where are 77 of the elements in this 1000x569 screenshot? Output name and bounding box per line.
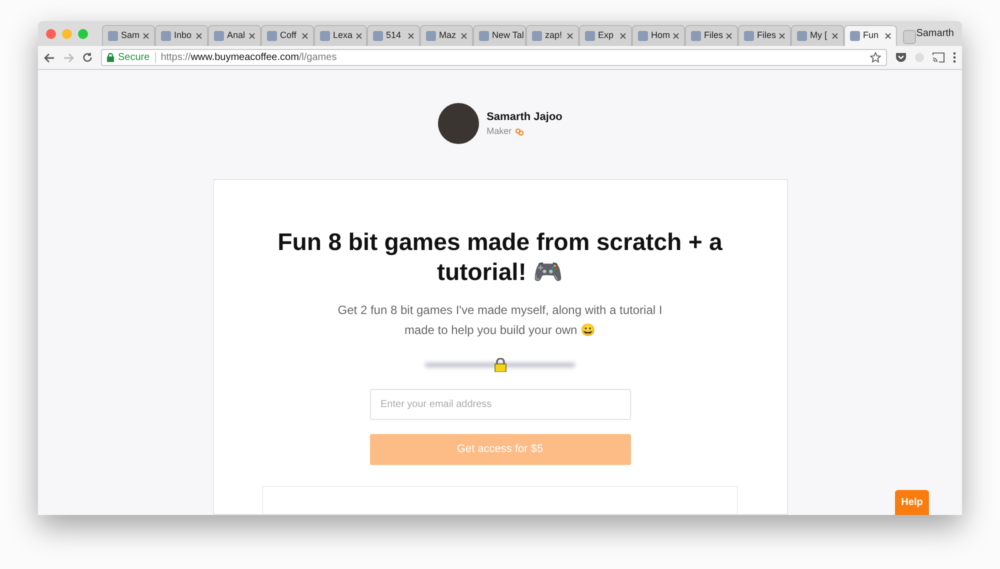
- browser-tab[interactable]: Sam: [102, 25, 155, 46]
- browser-tab[interactable]: Files: [738, 25, 791, 46]
- secure-label: Secure: [118, 51, 150, 65]
- favicon-icon: [744, 31, 754, 41]
- tab-label: Hom: [651, 29, 670, 42]
- browser-tab[interactable]: Files: [685, 25, 738, 46]
- favicon-icon: [479, 31, 489, 41]
- close-icon[interactable]: [408, 33, 414, 39]
- close-icon[interactable]: [779, 33, 786, 39]
- pocket-icon[interactable]: [895, 52, 907, 63]
- favicon-icon: [532, 31, 542, 41]
- browser-tab[interactable]: Coff: [261, 25, 314, 46]
- close-icon[interactable]: [196, 33, 202, 39]
- browser-tab[interactable]: New Tal: [473, 25, 526, 46]
- browser-tab[interactable]: Hom: [632, 25, 685, 46]
- menu-icon[interactable]: [953, 52, 956, 63]
- back-icon[interactable]: [44, 52, 55, 62]
- tab-label: Maz: [439, 29, 458, 42]
- favicon-icon: [108, 31, 118, 41]
- creator-role: Maker: [486, 125, 512, 138]
- browser-tab[interactable]: Inbo: [155, 25, 208, 46]
- offer-title: Fun 8 bit games made from scratch + a tutorial! 🎮: [276, 228, 724, 288]
- close-icon[interactable]: [302, 33, 308, 39]
- browser-tab[interactable]: 514: [367, 25, 420, 46]
- browser-tab[interactable]: My [: [791, 25, 844, 46]
- tab-label: New Tal: [492, 29, 524, 42]
- browser-tab[interactable]: zap!: [526, 25, 579, 46]
- tab-label: Coff: [280, 29, 298, 42]
- close-icon[interactable]: [726, 33, 732, 39]
- favicon-icon: [320, 31, 330, 41]
- close-icon[interactable]: [567, 33, 573, 39]
- tab-label: Exp: [598, 29, 615, 42]
- close-icon[interactable]: [832, 33, 838, 39]
- tab-label: zap!: [545, 29, 564, 42]
- close-icon[interactable]: [143, 33, 149, 39]
- close-icon[interactable]: [249, 33, 255, 39]
- favicon-icon: [850, 31, 860, 41]
- browser-tab[interactable]: Anal: [208, 25, 261, 46]
- favicon-icon: [797, 31, 807, 41]
- tab-label: My [: [810, 29, 828, 42]
- close-icon[interactable]: [356, 33, 362, 39]
- close-icon[interactable]: [620, 33, 626, 39]
- url-text: https://www.buymeacoffee.com/l/games: [160, 51, 337, 65]
- favicon-icon: [638, 31, 648, 41]
- browser-tab[interactable]: Lexa: [314, 25, 367, 46]
- close-icon[interactable]: [885, 33, 891, 39]
- tab-label: Lexa: [333, 29, 353, 42]
- address-field[interactable]: Secure https://www.buymeacoffee.com/l/games: [101, 49, 887, 66]
- tab-label: Fun: [863, 29, 880, 42]
- offer-description: Get 2 fun 8 bit games I've made myself, along with a tutorial I made to help you build your own 😀: [336, 302, 664, 339]
- favicon-icon: [373, 31, 383, 41]
- favicon-icon: [267, 31, 277, 41]
- reload-icon[interactable]: [82, 52, 93, 63]
- browser-tab[interactable]: Exp: [579, 25, 632, 46]
- close-icon[interactable]: [673, 33, 680, 39]
- tab-label: Sam: [121, 29, 140, 42]
- favicon-icon: [585, 31, 595, 41]
- bookmark-star-icon[interactable]: [870, 52, 881, 63]
- close-icon[interactable]: [461, 33, 467, 39]
- padlock-icon: [107, 53, 114, 62]
- tab-label: Files: [704, 29, 724, 42]
- cast-icon[interactable]: [932, 52, 945, 63]
- tab-label: 514: [386, 29, 402, 42]
- tab-label: Anal: [227, 29, 246, 42]
- profile-name[interactable]: Samarth: [916, 26, 954, 41]
- email-field[interactable]: Enter your email address: [370, 389, 630, 420]
- link-icon: [514, 128, 524, 136]
- favicon-icon: [161, 31, 171, 41]
- browser-tab[interactable]: Maz: [420, 25, 473, 46]
- avatar-placeholder: [438, 103, 479, 144]
- favicon-icon: [691, 31, 701, 41]
- creator-name: Samarth Jajoo: [486, 110, 562, 124]
- tab-label: Inbo: [174, 29, 193, 42]
- browser-tab[interactable]: Fun: [844, 25, 897, 46]
- tab-label: Files: [757, 29, 776, 42]
- favicon-icon: [426, 31, 436, 41]
- favicon-icon: [214, 31, 224, 41]
